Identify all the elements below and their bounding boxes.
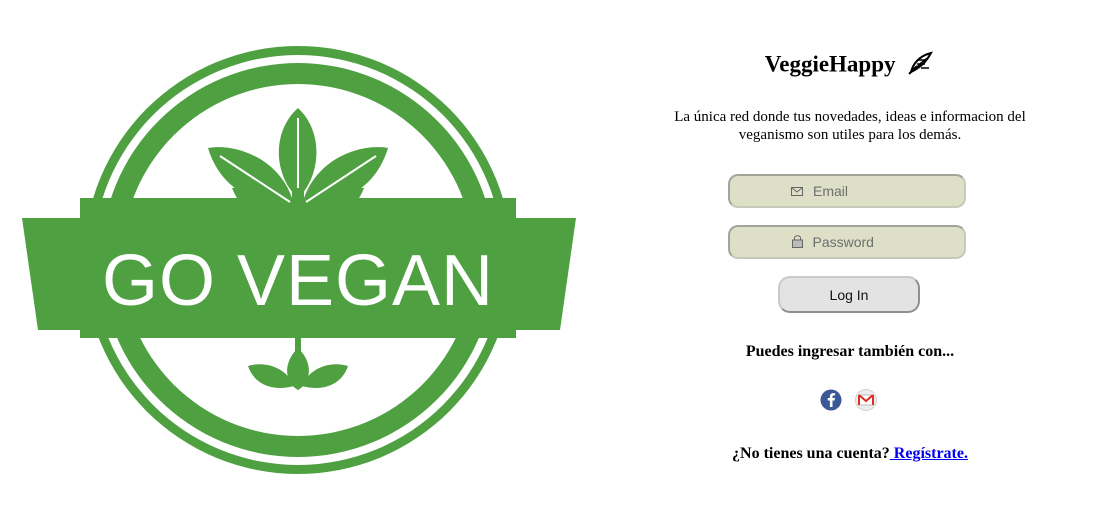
alt-login-text: Puedes ingresar también con... [745,343,955,360]
app-description: La única red donde tus novedades, ideas … [674,109,1026,143]
envelope-icon [791,183,803,199]
gmail-icon[interactable] [855,389,877,411]
go-vegan-emblem: GO VEGAN [22,46,576,474]
brand-name: VeggieHappy [764,51,896,77]
go-vegan-text: GO VEGAN [102,241,494,321]
password-input[interactable] [802,234,903,250]
login-button[interactable]: Log In [778,276,920,313]
app-title: VeggieHappy [660,50,1040,82]
signup-line: ¿No tienes una cuenta? Regístrate. [660,445,1040,463]
email-field[interactable] [728,174,966,208]
social-login [820,389,877,411]
go-vegan-logo: GO VEGAN [20,38,580,478]
facebook-icon[interactable] [820,389,842,411]
login-panel: VeggieHappy La única red donde tus noved… [660,0,1040,520]
lock-icon [791,234,803,251]
register-link[interactable]: Regístrate. [890,445,968,462]
password-field[interactable] [728,225,966,259]
signup-prompt: ¿No tienes una cuenta? [732,445,890,462]
email-input[interactable] [803,183,903,199]
leaf-icon [907,50,935,82]
